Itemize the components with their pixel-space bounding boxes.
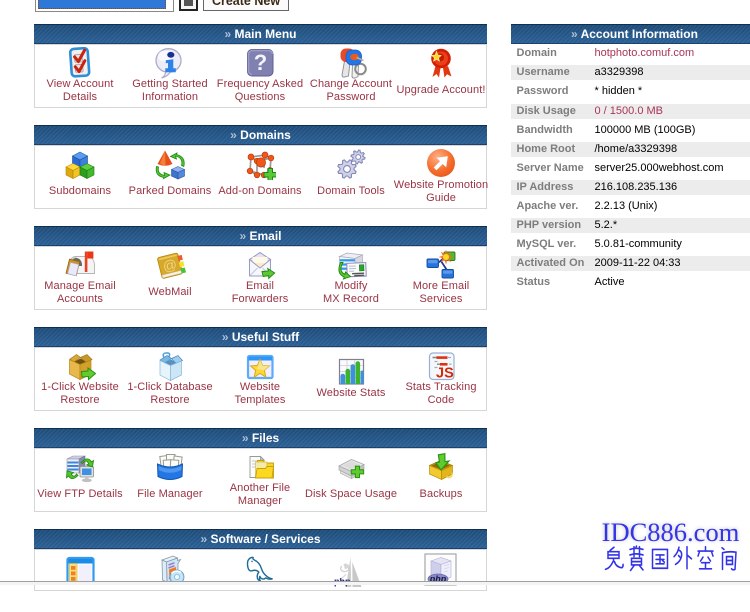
svg-text:JS: JS xyxy=(436,366,454,382)
svg-text:?: ? xyxy=(254,50,267,75)
